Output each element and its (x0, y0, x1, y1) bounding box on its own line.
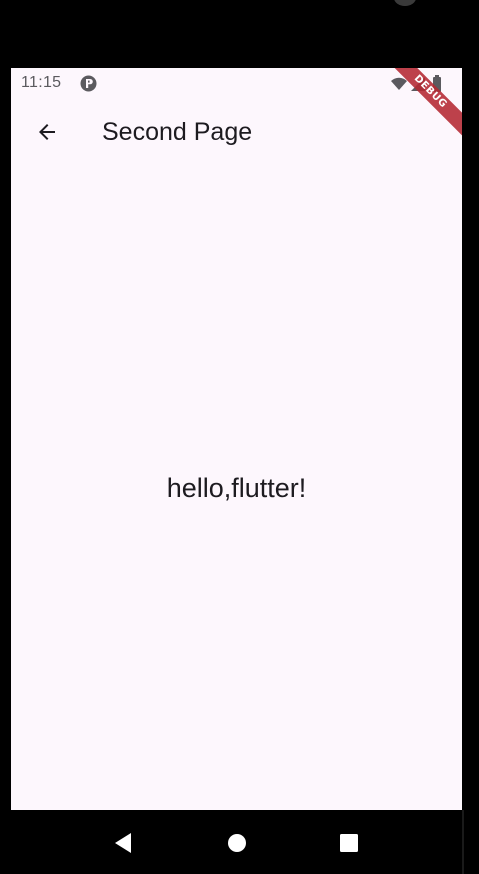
back-triangle-icon (115, 833, 131, 853)
app-notification-icon (80, 75, 97, 92)
page-title: Second Page (102, 118, 253, 146)
system-nav-bar (0, 810, 479, 874)
status-bar: 11:15 (11, 68, 462, 100)
status-time: 11:15 (21, 74, 62, 91)
wifi-icon (391, 77, 407, 90)
recents-square-icon (340, 834, 358, 852)
battery-icon (433, 75, 441, 92)
body-message: hello,flutter! (166, 473, 307, 503)
frame-edge (462, 810, 464, 874)
nav-home-button[interactable] (222, 828, 252, 858)
camera-cutout (394, 0, 416, 6)
status-icons (390, 75, 452, 93)
app-bar: Second Page (11, 100, 462, 164)
nav-back-button[interactable] (108, 828, 138, 858)
app-screen: 11:15 Second Page hello,flutter! DEBUG (11, 68, 462, 810)
signal-icon (411, 77, 425, 91)
back-button[interactable] (25, 110, 69, 154)
arrow-back-icon (39, 124, 55, 140)
nav-recents-button[interactable] (334, 828, 364, 858)
device-frame: 11:15 Second Page hello,flutter! DEBUG (0, 0, 479, 874)
home-circle-icon (228, 834, 246, 852)
